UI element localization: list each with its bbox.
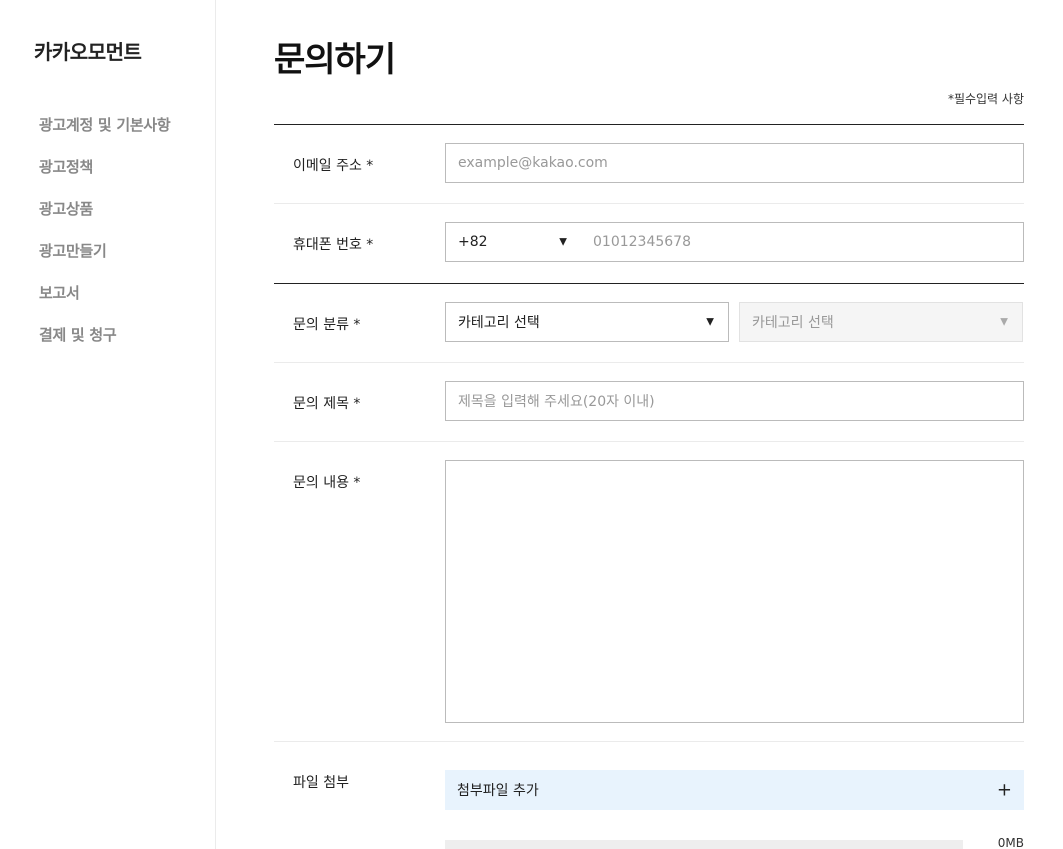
subject-placeholder: 제목을 입력해 주세요(20자 이내)	[458, 394, 655, 410]
sidebar-item-products[interactable]: 광고상품	[39, 198, 170, 240]
sidebar-item-billing[interactable]: 결제 및 청구	[39, 324, 170, 366]
content-textarea[interactable]	[445, 460, 1024, 723]
category-primary-select[interactable]: 카테고리 선택 ▼	[445, 302, 729, 342]
subject-field[interactable]: 제목을 입력해 주세요(20자 이내)	[445, 381, 1024, 421]
category-label: 문의 분류 *	[293, 317, 361, 333]
required-note: *필수입력 사항	[947, 92, 1024, 106]
chevron-down-icon: ▼	[706, 316, 714, 328]
sidebar: 카카오모먼트 광고계정 및 기본사항 광고정책 광고상품 광고만들기 보고서 결…	[0, 0, 216, 849]
chevron-down-icon: ▼	[559, 236, 567, 248]
chevron-down-icon: ▼	[1000, 316, 1008, 328]
phone-label: 휴대폰 번호 *	[293, 237, 374, 253]
brand-logo[interactable]: 카카오모먼트	[34, 36, 142, 65]
attachment-size-text: 0MB	[997, 836, 1024, 849]
country-code-select[interactable]: +82 ▼	[445, 222, 582, 262]
phone-field[interactable]: 01012345678	[581, 222, 1024, 262]
attachment-label: 파일 첨부	[293, 775, 349, 791]
category-primary-value: 카테고리 선택	[458, 315, 540, 331]
content-label: 문의 내용 *	[293, 475, 361, 491]
country-code-value: +82	[458, 234, 488, 250]
sidebar-item-reports[interactable]: 보고서	[39, 282, 170, 324]
attachment-size-bar	[445, 840, 963, 849]
sidebar-item-create-ad[interactable]: 광고만들기	[39, 240, 170, 282]
add-attachment-label: 첨부파일 추가	[457, 783, 539, 799]
subject-label: 문의 제목 *	[293, 396, 361, 412]
sidebar-item-policy[interactable]: 광고정책	[39, 156, 170, 198]
phone-placeholder: 01012345678	[593, 234, 691, 250]
row-divider	[274, 362, 1024, 363]
form-top-divider	[274, 124, 1024, 125]
email-label: 이메일 주소 *	[293, 158, 374, 174]
add-attachment-button[interactable]: 첨부파일 추가 +	[445, 770, 1024, 810]
row-divider	[274, 741, 1024, 742]
page-title: 문의하기	[274, 40, 396, 80]
row-divider	[274, 203, 1024, 204]
section-divider	[274, 283, 1024, 284]
category-secondary-select: 카테고리 선택 ▼	[739, 302, 1023, 342]
category-secondary-value: 카테고리 선택	[752, 315, 834, 331]
row-divider	[274, 441, 1024, 442]
sidebar-nav: 광고계정 및 기본사항 광고정책 광고상품 광고만들기 보고서 결제 및 청구	[39, 114, 171, 366]
plus-icon: +	[996, 779, 1012, 801]
email-placeholder: example@kakao.com	[458, 155, 608, 171]
sidebar-item-account[interactable]: 광고계정 및 기본사항	[39, 114, 171, 156]
email-field[interactable]: example@kakao.com	[445, 143, 1024, 183]
